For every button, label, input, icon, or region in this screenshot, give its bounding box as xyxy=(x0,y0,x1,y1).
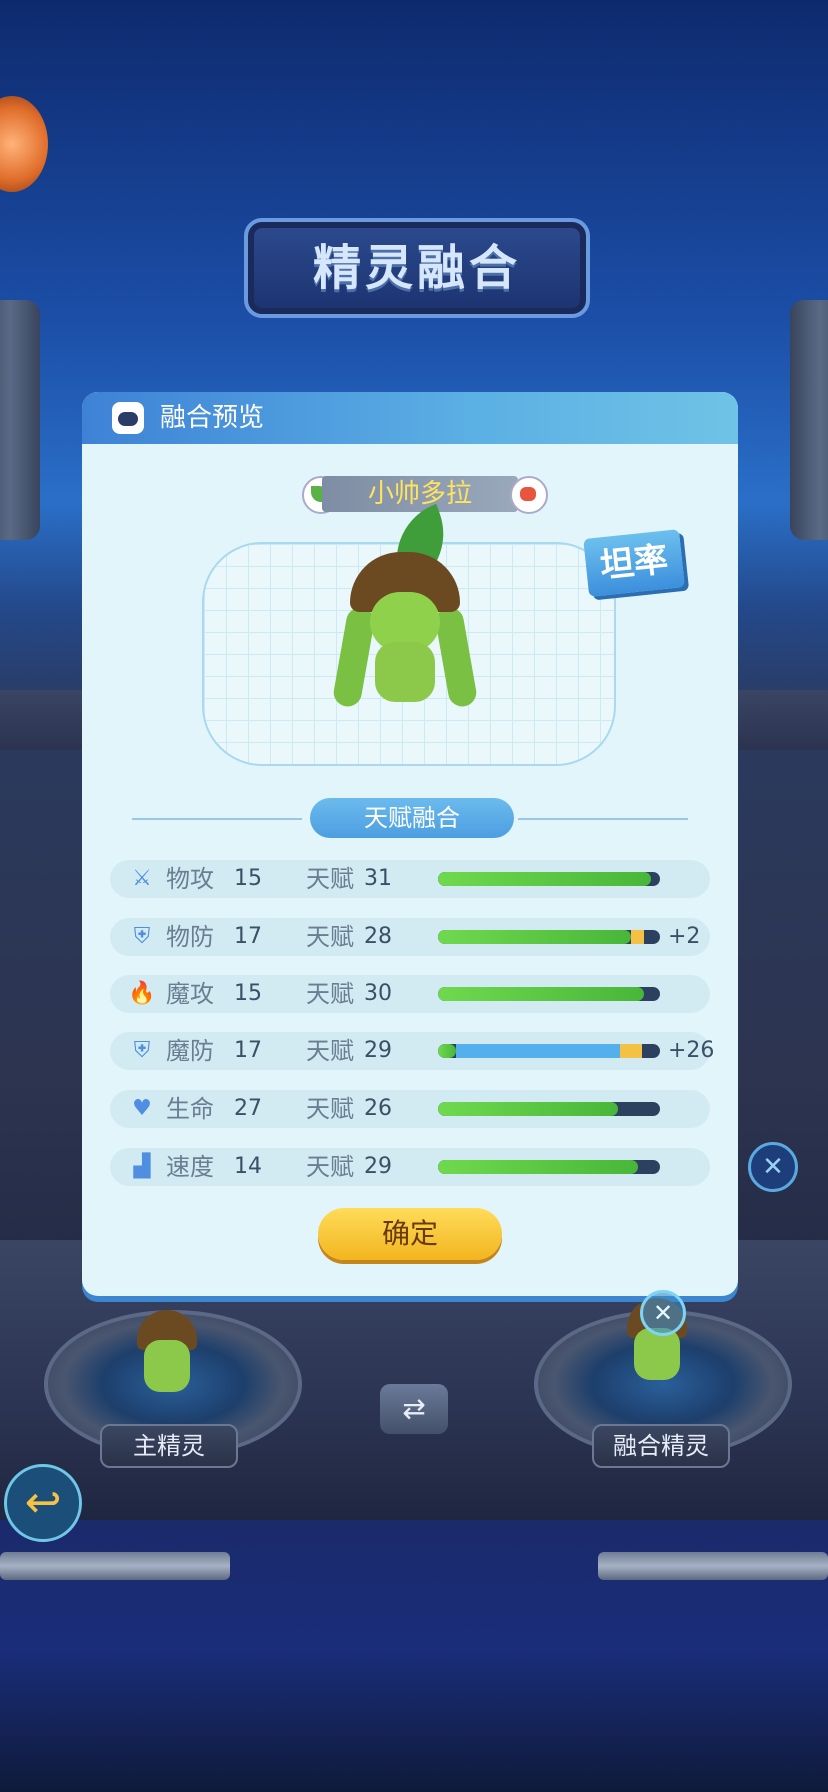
stat-name: 魔防 xyxy=(166,1037,214,1065)
talent-label: 天赋 xyxy=(306,1153,354,1181)
close-icon[interactable]: ✕ xyxy=(748,1142,798,1192)
flame-icon: 🔥 xyxy=(128,981,156,1006)
divider-left xyxy=(132,818,302,820)
talent-bar xyxy=(438,872,660,886)
stat-value: 27 xyxy=(234,1096,262,1121)
talent-bar xyxy=(438,1160,660,1174)
talent-bar xyxy=(438,987,660,1001)
stat-name: 魔攻 xyxy=(166,980,214,1008)
talent-bar-fill xyxy=(438,872,652,886)
title-banner: 精灵融合 xyxy=(244,218,590,318)
talent-bar-fill xyxy=(438,1044,456,1058)
talent-bonus: +2 xyxy=(668,924,701,949)
fusion-pet-label: 融合精灵 xyxy=(592,1424,730,1468)
robot-icon xyxy=(112,402,144,434)
talent-bar xyxy=(438,930,660,944)
section-label: 天赋融合 xyxy=(310,798,514,838)
talent-label: 天赋 xyxy=(306,865,354,893)
side-menu-icon[interactable] xyxy=(0,96,48,192)
main-pet-sprite xyxy=(122,1300,212,1400)
talent-value: 29 xyxy=(364,1038,392,1063)
stat-value: 15 xyxy=(234,866,262,891)
pet-name: 小帅多拉 xyxy=(322,476,518,512)
talent-bar-fill xyxy=(438,930,632,944)
stat-row: 🔥 魔攻 15 天赋 30 xyxy=(110,975,710,1013)
sword-icon: ⚔ xyxy=(132,866,152,891)
shield-icon: ⛨ xyxy=(133,924,151,949)
trait-badge: 坦率 xyxy=(583,529,685,597)
right-pipe xyxy=(598,1552,828,1580)
right-pillar xyxy=(790,300,828,540)
stat-name: 物防 xyxy=(166,923,214,951)
talent-bar xyxy=(438,1102,660,1116)
talent-bar-fill xyxy=(438,1102,618,1116)
stat-name: 物攻 xyxy=(166,865,214,893)
talent-bonus: +26 xyxy=(668,1038,715,1063)
panel-title: 融合预览 xyxy=(160,403,265,433)
heart-icon: ♥ xyxy=(132,1096,152,1121)
boot-icon: ▟ xyxy=(133,1154,151,1179)
magic-shield-icon: ⛨ xyxy=(133,1038,151,1063)
left-pipe xyxy=(0,1552,230,1580)
back-arrow-icon[interactable]: ↩ xyxy=(4,1464,82,1542)
talent-value: 30 xyxy=(364,981,392,1006)
divider-right xyxy=(518,818,688,820)
talent-label: 天赋 xyxy=(306,923,354,951)
stat-name: 速度 xyxy=(166,1153,214,1181)
main-pet-label: 主精灵 xyxy=(100,1424,238,1468)
stat-row: ⚔ 物攻 15 天赋 31 xyxy=(110,860,710,898)
talent-bar-fill xyxy=(438,1160,638,1174)
pet-face-icon xyxy=(510,476,548,514)
talent-bar-fill xyxy=(438,987,645,1001)
page-title: 精灵融合 xyxy=(312,240,521,296)
talent-value: 29 xyxy=(364,1154,392,1179)
talent-label: 天赋 xyxy=(306,1037,354,1065)
swap-icon[interactable]: ⇄ xyxy=(380,1384,448,1434)
stat-row: ▟ 速度 14 天赋 29 xyxy=(110,1148,710,1186)
remove-fusion-pet-icon[interactable]: ✕ xyxy=(640,1290,686,1336)
stat-row: ⛨ 魔防 17 天赋 29 +26 xyxy=(110,1032,714,1070)
talent-value: 28 xyxy=(364,924,392,949)
pet-sprite xyxy=(330,503,490,712)
talent-bar xyxy=(438,1044,660,1058)
talent-label: 天赋 xyxy=(306,980,354,1008)
stat-value: 17 xyxy=(234,924,262,949)
stat-row: ⛨ 物防 17 天赋 28 +2 xyxy=(110,918,710,956)
stat-row: ♥ 生命 27 天赋 26 xyxy=(110,1090,710,1128)
stat-value: 17 xyxy=(234,1038,262,1063)
panel-header: 融合预览 xyxy=(82,392,738,444)
talent-label: 天赋 xyxy=(306,1095,354,1123)
left-pillar xyxy=(0,300,40,540)
talent-value: 31 xyxy=(364,866,392,891)
stat-name: 生命 xyxy=(166,1095,214,1123)
talent-value: 26 xyxy=(364,1096,392,1121)
fusion-preview-panel: 融合预览 小帅多拉 坦率 天赋融合 ⚔ 物攻 15 天赋 31 ⛨ 物防 17 天赋 28 +2 🔥 魔… xyxy=(82,392,738,1296)
confirm-button[interactable]: 确定 xyxy=(318,1208,502,1260)
stat-value: 15 xyxy=(234,981,262,1006)
stat-value: 14 xyxy=(234,1154,262,1179)
